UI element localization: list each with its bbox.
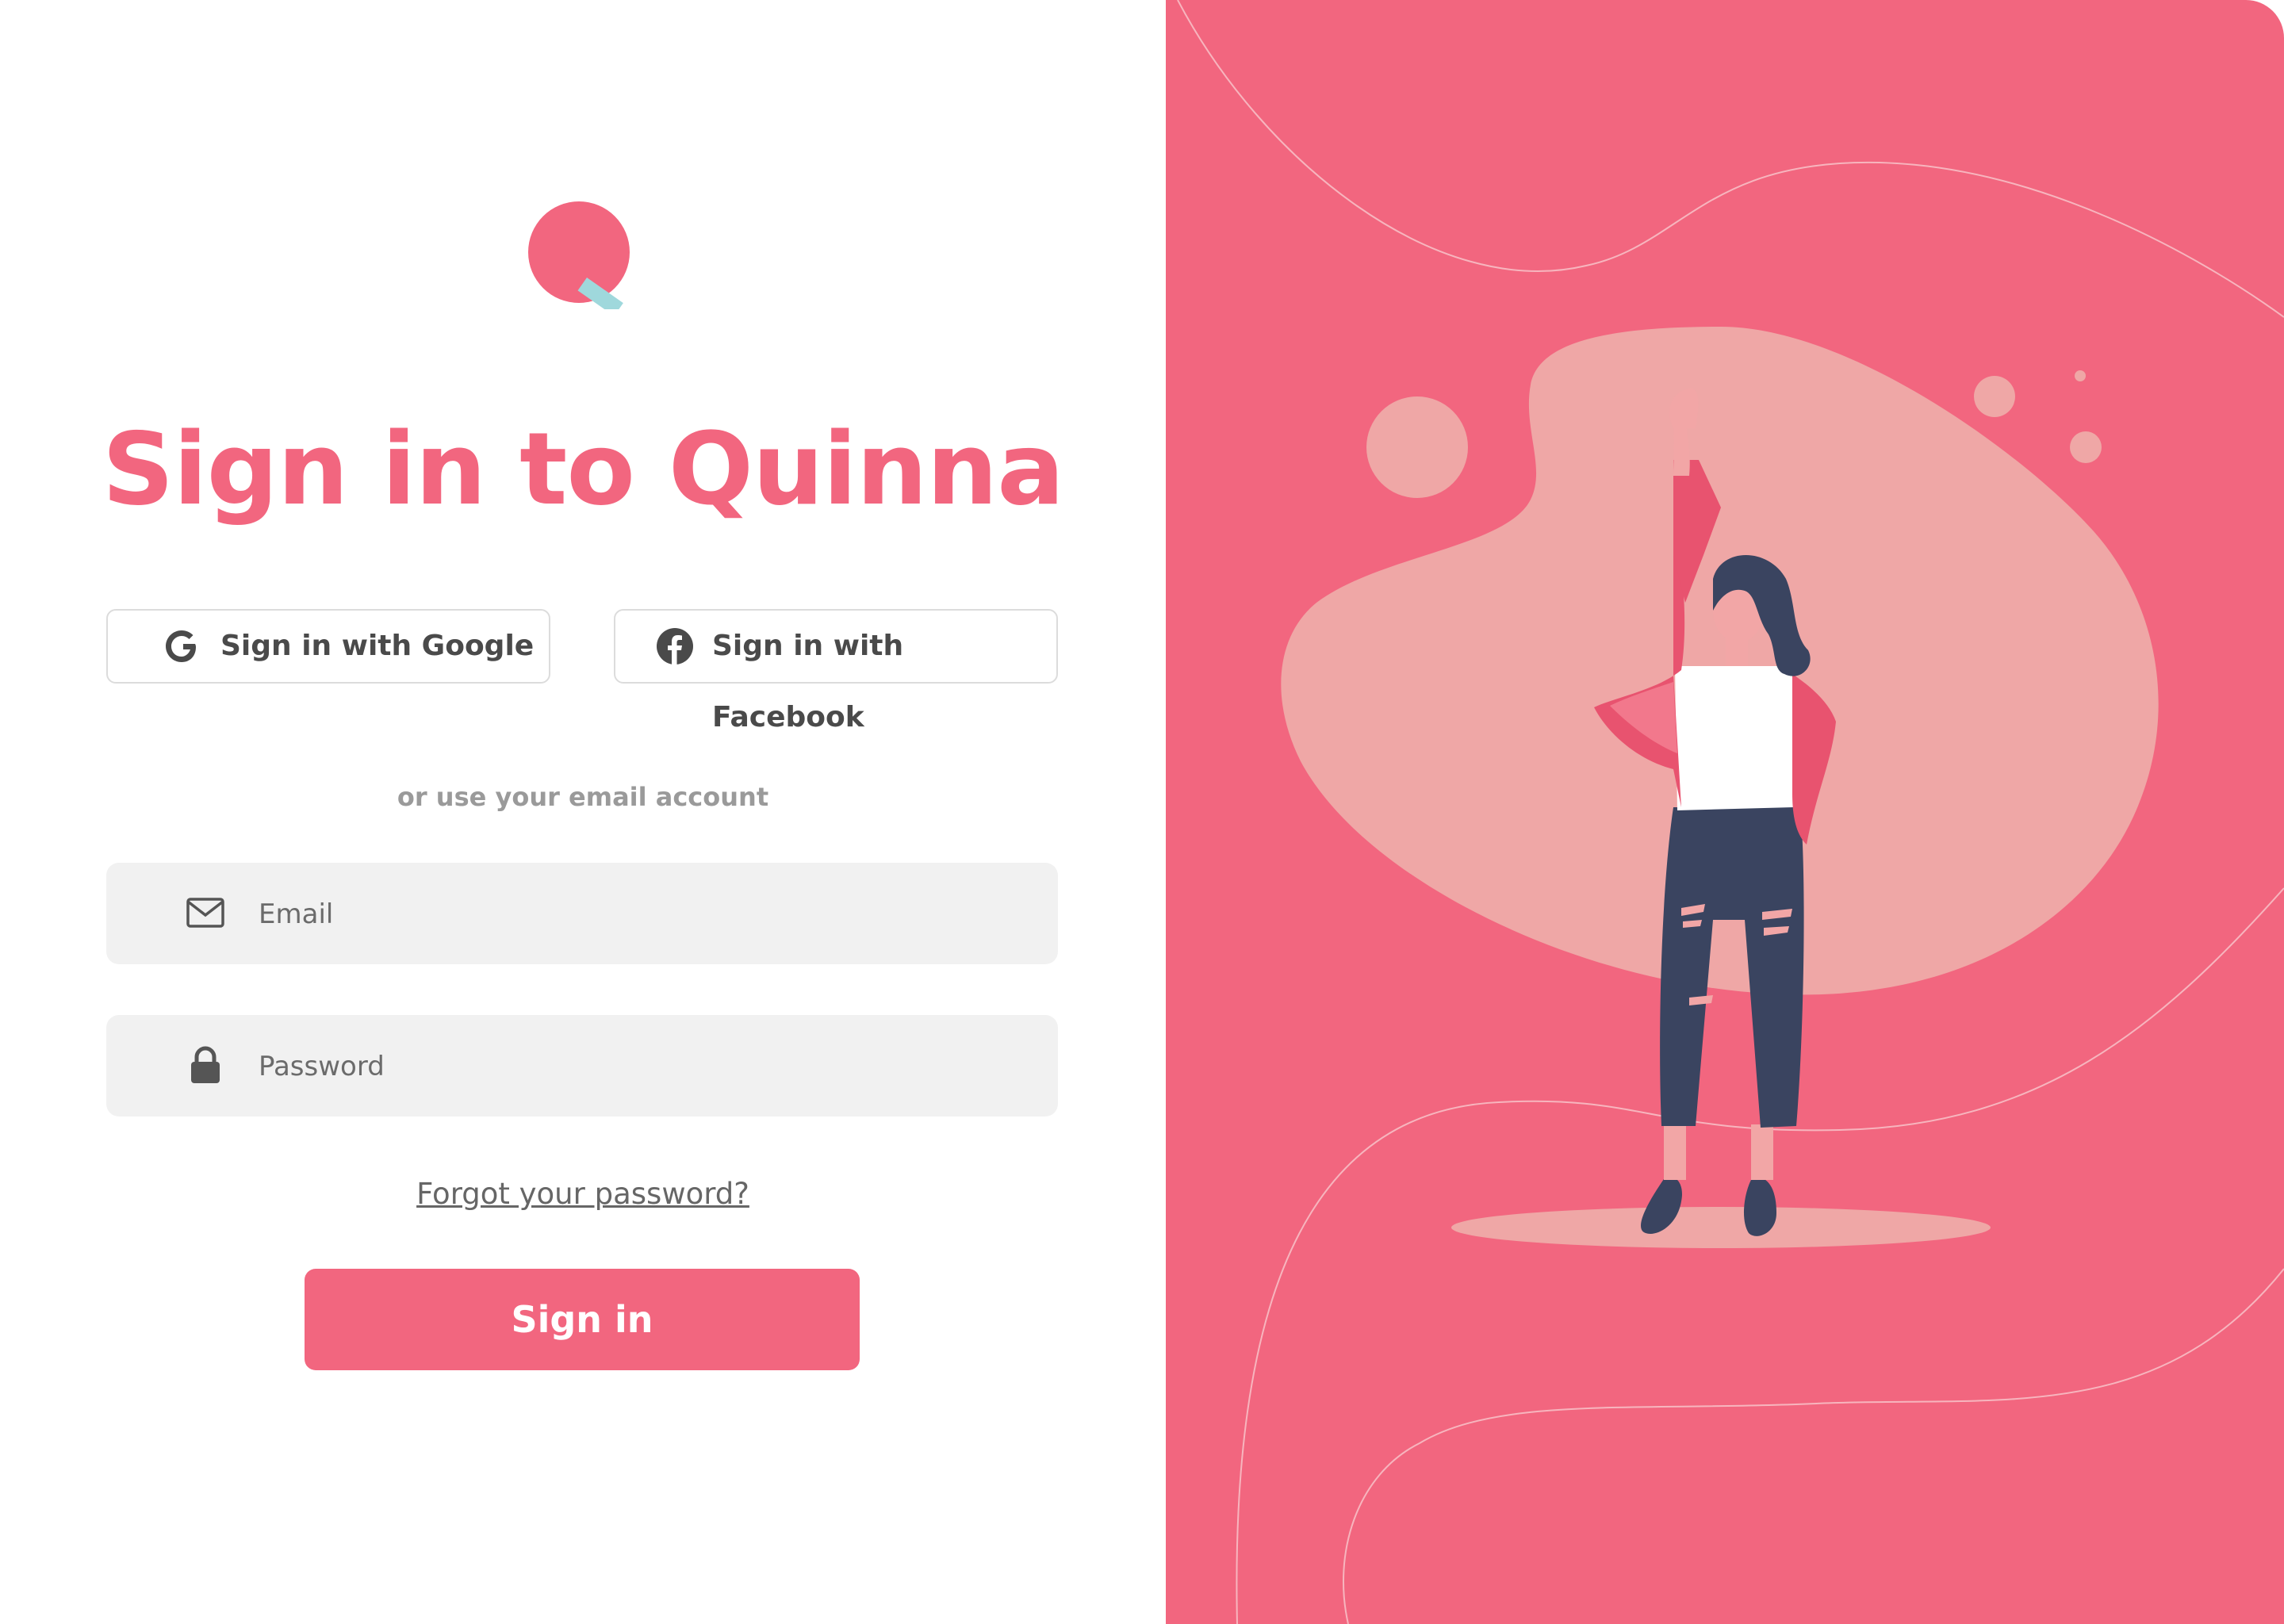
forgot-password-link[interactable]: Forgot your password? bbox=[0, 1172, 1166, 1216]
facebook-icon bbox=[657, 628, 693, 665]
email-field[interactable] bbox=[106, 863, 1058, 964]
woman-raising-hand-illustration bbox=[1177, 0, 2284, 1624]
envelope-icon bbox=[186, 898, 224, 928]
page-title: Sign in to Quinna bbox=[102, 411, 1065, 527]
illustration-panel bbox=[1166, 0, 2284, 1624]
google-icon bbox=[166, 630, 196, 662]
signin-button[interactable]: Sign in bbox=[305, 1269, 860, 1370]
email-input[interactable] bbox=[257, 882, 1021, 947]
password-input[interactable] bbox=[257, 1034, 1021, 1099]
email-divider-text: or use your email account bbox=[397, 782, 769, 812]
quinna-logo-icon bbox=[528, 201, 630, 309]
google-signin-button[interactable]: Sign in with Google bbox=[106, 609, 550, 684]
lock-icon bbox=[191, 1046, 220, 1083]
google-signin-label: Sign in with Google bbox=[220, 630, 535, 662]
facebook-signin-button[interactable]: Sign in with Facebook bbox=[614, 609, 1058, 733]
password-field[interactable] bbox=[106, 1015, 1058, 1116]
signin-panel: Sign in to Quinna Sign in with Google Si… bbox=[0, 0, 1166, 1624]
facebook-signin-label: Sign in with Facebook bbox=[712, 630, 904, 733]
